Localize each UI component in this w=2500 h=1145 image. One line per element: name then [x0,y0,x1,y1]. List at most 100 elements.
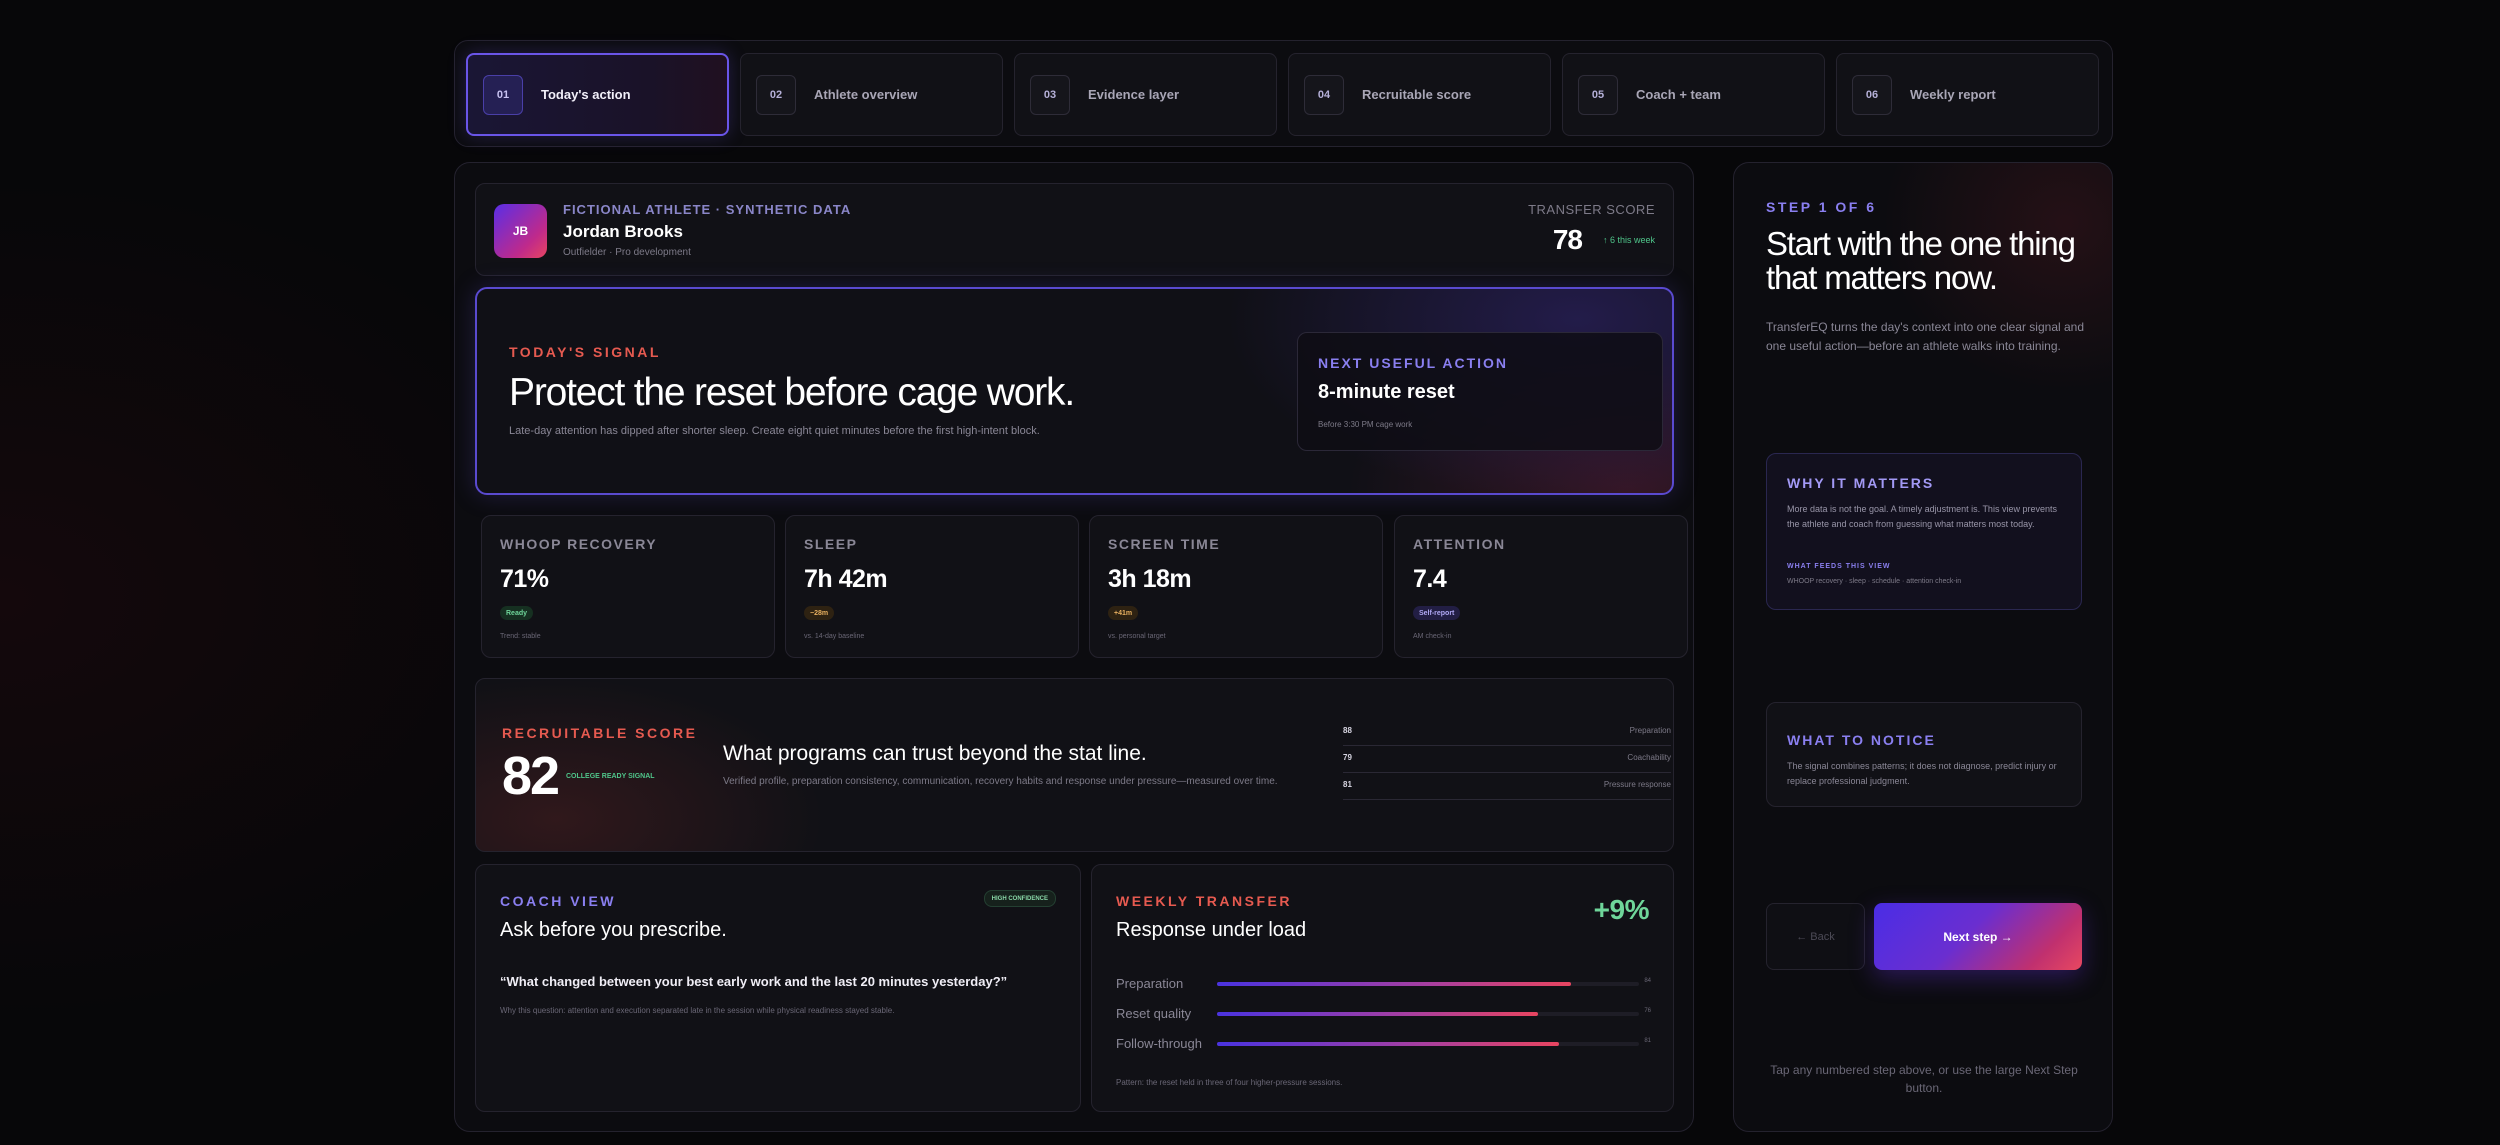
progress-row-reset-quality: Reset quality 76 [1116,1006,1651,1022]
breakdown-label: Preparation [1629,726,1671,735]
progress-value: 81 [1644,1038,1651,1044]
coach-title: Ask before you prescribe. [500,919,727,941]
step-label: Today's action [541,87,631,102]
why-body: More data is not the goal. A timely adju… [1787,504,2057,529]
progress-value: 76 [1644,1008,1651,1014]
status-badge: Ready [500,606,534,620]
step-tab-weekly-report[interactable]: 06 Weekly report [1836,53,2099,136]
next-action-eyebrow: NEXT USEFUL ACTION [1318,355,1509,371]
step-number: 04 [1304,74,1344,115]
coach-eyebrow: COACH VIEW [500,893,616,909]
what-to-notice-card: WHAT TO NOTICE The signal combines patte… [1766,702,2082,807]
metric-whoop-recovery: WHOOP RECOVERY 71% Ready Trend: stable [481,515,775,658]
step-number: 05 [1578,74,1618,115]
list-item: 79 Coachability [1343,746,1671,773]
progress-track [1217,982,1639,986]
step-tab-athlete-overview[interactable]: 02 Athlete overview [740,53,1003,136]
step-label: Evidence layer [1088,87,1180,102]
step-label: Coach + team [1636,87,1721,102]
weekly-title: Response under load [1116,919,1307,941]
step-label: Athlete overview [814,87,918,102]
feeds-list: WHOOP recovery · sleep · schedule · atte… [1787,578,1962,585]
metric-value: 7.4 [1413,565,1447,593]
next-action-subtitle: Before 3:30 PM cage work [1318,420,1413,429]
walkthrough-panel: STEP 1 OF 6 Start with the one thing tha… [1733,162,2113,1132]
step-number: 03 [1030,74,1070,115]
step-tab-coach-team[interactable]: 05 Coach + team [1562,53,1825,136]
metric-value: 3h 18m [1108,565,1192,593]
progress-label: Reset quality [1116,1006,1192,1021]
signal-title: Protect the reset before cage work. [509,371,1075,414]
next-action-box: NEXT USEFUL ACTION 8-minute reset Before… [1297,332,1663,451]
step-navigation: 01 Today's action 02 Athlete overview 03… [454,40,2113,147]
athlete-name: Jordan Brooks [563,222,683,241]
status-badge: Self-report [1413,606,1461,620]
metric-label: SCREEN TIME [1108,536,1221,552]
signal-subtitle: Late-day attention has dipped after shor… [509,425,1040,437]
athlete-tag: FICTIONAL ATHLETE · SYNTHETIC DATA [563,202,852,217]
why-eyebrow: WHY IT MATTERS [1787,475,1935,491]
next-action-title: 8-minute reset [1318,381,1455,403]
metric-value: 71% [500,565,549,593]
metric-note: Trend: stable [500,633,541,640]
walkthrough-subtitle: TransferEQ turns the day's context into … [1766,320,2085,353]
step-tab-todays-action[interactable]: 01 Today's action [466,53,729,136]
why-it-matters-card: WHY IT MATTERS More data is not the goal… [1766,453,2082,610]
recruit-breakdown: 88 Preparation 79 Coachability 81 Pressu… [1343,719,1671,800]
notice-body: The signal combines patterns; it does no… [1787,761,2057,786]
recruit-title: What programs can trust beyond the stat … [723,742,1147,765]
metric-note: vs. 14-day baseline [804,633,865,640]
metric-value: 7h 42m [804,565,888,593]
metric-screen-time: SCREEN TIME 3h 18m +41m vs. personal tar… [1089,515,1383,658]
recruit-eyebrow: RECRUITABLE SCORE [502,725,698,741]
back-button[interactable]: ← Back [1766,903,1865,970]
todays-signal-card: TODAY'S SIGNAL Protect the reset before … [475,287,1674,495]
notice-eyebrow: WHAT TO NOTICE [1787,732,1936,748]
breakdown-value: 79 [1343,753,1352,762]
step-number: 06 [1852,74,1892,115]
coach-question: “What changed between your best early wo… [500,974,1008,989]
main-dashboard: JB FICTIONAL ATHLETE · SYNTHETIC DATA Jo… [454,162,1694,1132]
step-label: Recruitable score [1362,87,1472,102]
coach-note: Why this question: attention and executi… [500,1006,895,1015]
progress-fill [1217,1012,1538,1016]
progress-fill [1217,982,1572,986]
breakdown-label: Coachability [1627,753,1671,762]
signal-eyebrow: TODAY'S SIGNAL [509,344,661,360]
progress-value: 84 [1644,978,1651,984]
list-item: 88 Preparation [1343,719,1671,746]
progress-label: Preparation [1116,976,1184,991]
next-step-button[interactable]: Next step → [1874,903,2082,970]
transfer-score-delta: ↑ 6 this week [1602,235,1655,245]
metric-note: AM check-in [1413,633,1452,640]
progress-row-preparation: Preparation 84 [1116,976,1651,992]
metric-label: WHOOP RECOVERY [500,536,658,552]
breakdown-label: Pressure response [1603,780,1671,789]
metric-sleep: SLEEP 7h 42m −28m vs. 14-day baseline [785,515,1079,658]
walkthrough-title: Start with the one thing that matters no… [1766,225,2076,296]
metric-note: vs. personal target [1108,633,1166,640]
recruit-subtitle: Verified profile, preparation consistenc… [723,776,1278,787]
step-tab-evidence-layer[interactable]: 03 Evidence layer [1014,53,1277,136]
status-badge: −28m [804,606,835,620]
athlete-header: JB FICTIONAL ATHLETE · SYNTHETIC DATA Jo… [475,183,1674,276]
breakdown-value: 81 [1343,780,1352,789]
step-indicator: STEP 1 OF 6 [1766,199,1877,215]
coach-view-card: COACH VIEW HIGH CONFIDENCE Ask before yo… [475,864,1081,1112]
avatar: JB [494,204,547,258]
transfer-score-value: 78 [1552,224,1583,255]
recruit-score-value: 82 [502,746,560,806]
step-label: Weekly report [1910,87,1996,102]
progress-track [1217,1042,1639,1046]
step-tab-recruitable-score[interactable]: 04 Recruitable score [1288,53,1551,136]
metric-attention: ATTENTION 7.4 Self-report AM check-in [1394,515,1688,658]
weekly-note: Pattern: the reset held in three of four… [1116,1078,1343,1087]
athlete-role: Outfielder · Pro development [563,247,691,258]
weekly-transfer-card: WEEKLY TRANSFER Response under load +9% … [1091,864,1674,1112]
status-badge: +41m [1108,606,1139,620]
metric-label: ATTENTION [1413,536,1506,552]
breakdown-value: 88 [1343,726,1352,735]
walkthrough-hint: Tap any numbered step above, or use the … [1770,1063,2078,1095]
metric-label: SLEEP [804,536,858,552]
recruitable-score-card: RECRUITABLE SCORE 82 COLLEGE READY SIGNA… [475,678,1674,852]
